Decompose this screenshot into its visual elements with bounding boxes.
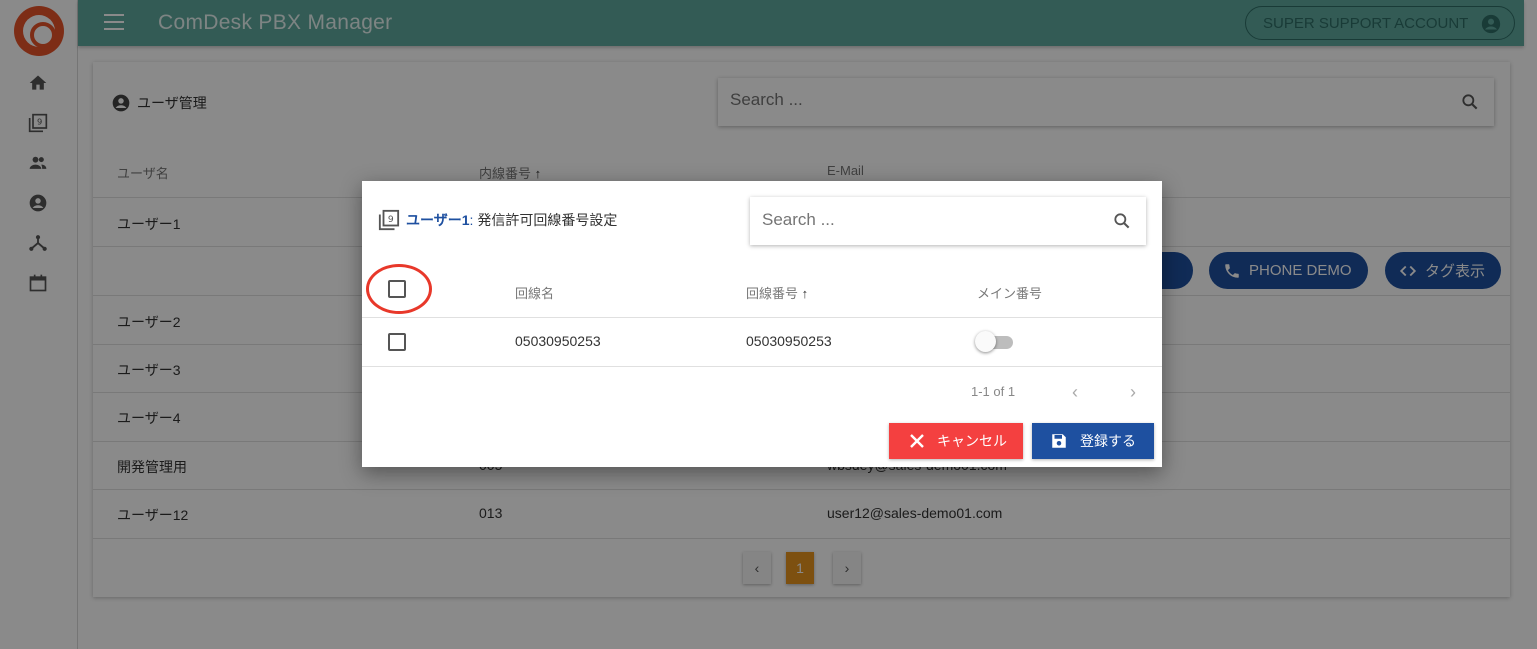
dialpad-icon: 9 bbox=[378, 209, 400, 231]
svg-text:9: 9 bbox=[388, 214, 394, 225]
save-button[interactable]: 登録する bbox=[1032, 423, 1154, 459]
column-header-main-number[interactable]: メイン番号 bbox=[977, 283, 1042, 302]
dialog-title-text: 発信許可回線番号設定 bbox=[477, 212, 618, 228]
cancel-button[interactable]: キャンセル bbox=[889, 423, 1023, 459]
save-icon bbox=[1052, 434, 1066, 448]
column-header-line-name[interactable]: 回線名 bbox=[515, 283, 554, 302]
main-number-toggle-thumb[interactable] bbox=[975, 331, 996, 352]
search-icon[interactable] bbox=[1112, 211, 1132, 231]
outbound-line-dialog: 9 ユーザー1:発信許可回線番号設定 回線名 回線番号 ↑ メイン番号 0503… bbox=[362, 181, 1162, 467]
close-icon bbox=[910, 434, 924, 448]
line-number-cell: 05030950253 bbox=[746, 333, 832, 349]
column-header-line-number[interactable]: 回線番号 ↑ bbox=[746, 283, 808, 302]
dialog-next-page-icon[interactable]: › bbox=[1130, 382, 1136, 403]
select-all-checkbox[interactable] bbox=[388, 280, 406, 298]
dialog-title-user: ユーザー1 bbox=[406, 212, 470, 228]
pagination-range: 1-1 of 1 bbox=[971, 384, 1016, 399]
line-name-cell: 05030950253 bbox=[515, 333, 601, 349]
dialog-title: 9 ユーザー1: 発信許可回線番号設定 bbox=[378, 209, 617, 231]
dialog-title-separator: : bbox=[469, 212, 474, 228]
line-search-input[interactable] bbox=[762, 210, 1092, 230]
row-checkbox[interactable] bbox=[388, 333, 406, 351]
line-search[interactable] bbox=[750, 197, 1146, 245]
dialog-prev-page-icon[interactable]: ‹ bbox=[1072, 382, 1078, 403]
